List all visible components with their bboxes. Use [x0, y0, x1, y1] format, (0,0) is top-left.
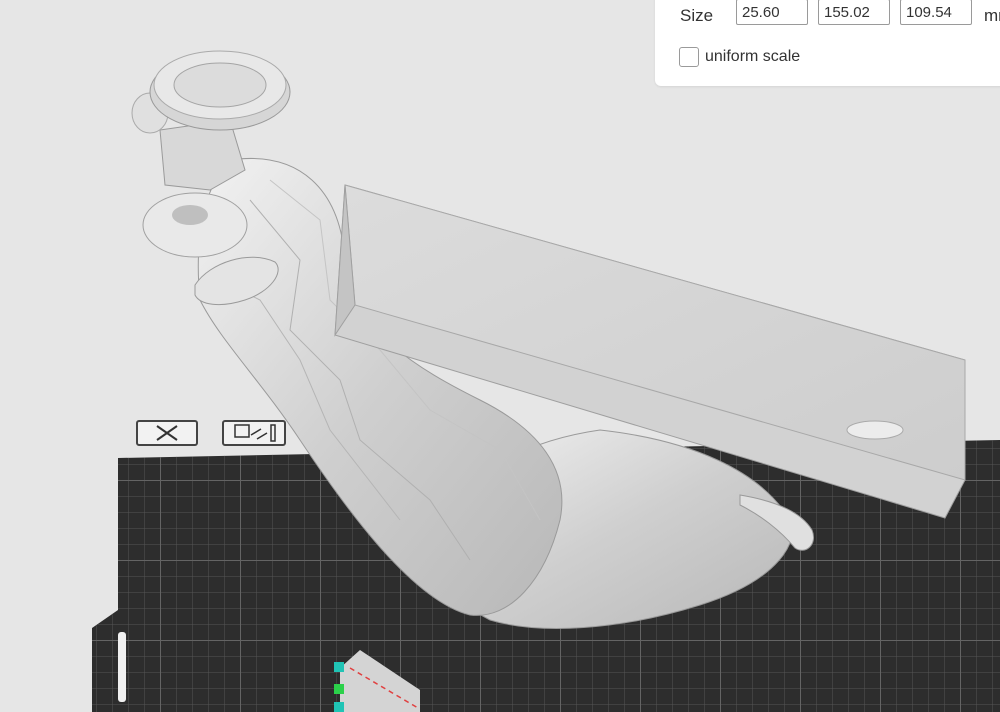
- delete-plate-icon[interactable]: [136, 420, 198, 446]
- size-unit-label: mm: [984, 6, 1000, 25]
- uniform-scale-toggle[interactable]: uniform scale: [679, 47, 800, 67]
- gizmo-handle[interactable]: [334, 662, 344, 672]
- close-icon: [156, 425, 178, 441]
- gizmo-handle[interactable]: [334, 684, 344, 694]
- size-y-input[interactable]: [818, 0, 890, 25]
- size-z-input[interactable]: [900, 0, 972, 25]
- uniform-scale-checkbox[interactable]: [679, 47, 699, 67]
- 3d-viewport[interactable]: [0, 0, 1000, 712]
- size-panel: Size mm uniform scale: [655, 0, 1000, 86]
- gizmo-handle[interactable]: [334, 702, 344, 712]
- size-label: Size: [680, 6, 714, 25]
- plate-handle: [118, 632, 126, 702]
- arrange-icon: [234, 424, 276, 442]
- uniform-scale-label: uniform scale: [705, 48, 801, 65]
- size-x-input[interactable]: [736, 0, 808, 25]
- arrange-plate-icon[interactable]: [222, 420, 286, 446]
